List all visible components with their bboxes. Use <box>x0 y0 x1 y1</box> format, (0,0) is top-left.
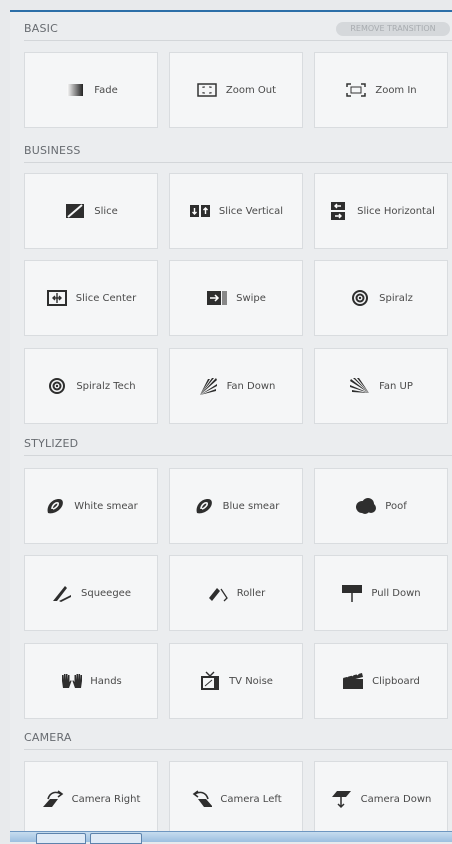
tile-label: Fan UP <box>379 380 413 392</box>
poof-icon <box>355 497 377 515</box>
roller-icon <box>207 584 229 602</box>
tile-label: Camera Left <box>220 793 282 805</box>
section-header-basic: BASIC REMOVE TRANSITION <box>24 22 452 41</box>
spiral-tech-icon <box>46 377 68 395</box>
transition-tile-slice-center[interactable]: Slice Center <box>24 260 158 336</box>
tile-label: Roller <box>236 587 266 599</box>
tile-label: Clipboard <box>372 675 420 687</box>
taskbar-button[interactable] <box>36 833 86 844</box>
transition-tile-fan-up[interactable]: Fan UP <box>314 348 448 424</box>
tile-label: Poof <box>385 500 407 512</box>
transition-tile-fan-down[interactable]: Fan Down <box>169 348 303 424</box>
tile-label: Zoom In <box>375 84 417 96</box>
zoom-in-icon <box>345 81 367 99</box>
transition-tile-slice-horizontal[interactable]: Slice Horizontal <box>314 173 448 249</box>
fade-icon <box>64 81 86 99</box>
transition-tile-camera-right[interactable]: Camera Right <box>24 761 158 832</box>
remove-transition-button[interactable]: REMOVE TRANSITION <box>336 22 450 36</box>
transitions-panel: BASIC REMOVE TRANSITION Fade Zoom Out Zo… <box>10 10 452 832</box>
tile-label: Fade <box>94 84 118 96</box>
tile-label: White smear <box>74 500 138 512</box>
transition-tile-swipe[interactable]: Swipe <box>169 260 303 336</box>
tile-label: Fan Down <box>226 380 276 392</box>
tile-label: Slice Center <box>75 292 137 304</box>
transition-tile-pull-down[interactable]: Pull Down <box>314 555 448 631</box>
tile-label: Blue smear <box>222 500 280 512</box>
section-header-stylized: STYLIZED <box>24 437 452 456</box>
transition-tile-camera-left[interactable]: Camera Left <box>169 761 303 832</box>
tile-label: Camera Right <box>71 793 141 805</box>
tile-label: Squeegee <box>81 587 131 599</box>
slice-center-icon <box>46 289 68 307</box>
taskbar-button[interactable] <box>90 833 142 844</box>
tile-label: Pull Down <box>371 587 421 599</box>
transition-tile-poof[interactable]: Poof <box>314 468 448 544</box>
section-title: STYLIZED <box>24 437 79 450</box>
transition-tile-camera-down[interactable]: Camera Down <box>314 761 448 832</box>
camera-right-icon <box>42 790 64 808</box>
transition-tile-spiralz[interactable]: Spiralz <box>314 260 448 336</box>
transition-tile-clipboard[interactable]: Clipboard <box>314 643 448 719</box>
transition-tile-blue-smear[interactable]: Blue smear <box>169 468 303 544</box>
camera-down-icon <box>331 790 353 809</box>
transition-tile-hands[interactable]: Hands <box>24 643 158 719</box>
tile-label: Spiralz Tech <box>76 380 136 392</box>
blue-smear-icon <box>193 497 215 515</box>
tile-label: Slice Horizontal <box>357 205 435 217</box>
transition-tile-zoom-in[interactable]: Zoom In <box>314 52 448 128</box>
section-title: CAMERA <box>24 731 72 744</box>
squeegee-icon <box>51 584 73 602</box>
section-title: BUSINESS <box>24 144 81 157</box>
transition-tile-slice[interactable]: Slice <box>24 173 158 249</box>
transition-tile-squeegee[interactable]: Squeegee <box>24 555 158 631</box>
transition-tile-spiralz-tech[interactable]: Spiralz Tech <box>24 348 158 424</box>
clipboard-icon <box>342 672 364 690</box>
tile-label: Slice Vertical <box>218 205 284 217</box>
tile-label: Camera Down <box>360 793 432 805</box>
transition-tile-roller[interactable]: Roller <box>169 555 303 631</box>
transition-tile-slice-vertical[interactable]: Slice Vertical <box>169 173 303 249</box>
tile-label: Zoom Out <box>225 84 277 96</box>
slice-icon <box>64 202 86 220</box>
tile-label: Spiralz <box>379 292 413 304</box>
section-header-business: BUSINESS <box>24 144 452 163</box>
tile-label: Hands <box>90 675 122 687</box>
transition-tile-fade[interactable]: Fade <box>24 52 158 128</box>
spiral-icon <box>349 289 371 307</box>
hands-icon <box>60 672 83 690</box>
tile-label: TV Noise <box>229 675 273 687</box>
fan-down-icon <box>197 377 219 395</box>
slice-vertical-icon <box>189 202 211 220</box>
transition-tile-tv-noise[interactable]: TV Noise <box>169 643 303 719</box>
section-header-camera: CAMERA <box>24 731 452 750</box>
tv-noise-icon <box>199 671 221 690</box>
section-title: BASIC <box>24 22 58 35</box>
transition-tile-zoom-out[interactable]: Zoom Out <box>169 52 303 128</box>
pull-down-icon <box>341 584 363 602</box>
taskbar <box>10 831 452 844</box>
camera-left-icon <box>190 790 213 808</box>
swipe-icon <box>206 289 228 307</box>
tile-label: Swipe <box>236 292 266 304</box>
zoom-out-icon <box>196 81 218 99</box>
transition-tile-white-smear[interactable]: White smear <box>24 468 158 544</box>
tile-label: Slice <box>94 205 118 217</box>
white-smear-icon <box>44 497 66 515</box>
slice-horizontal-icon <box>327 202 349 220</box>
fan-up-icon <box>349 377 371 395</box>
